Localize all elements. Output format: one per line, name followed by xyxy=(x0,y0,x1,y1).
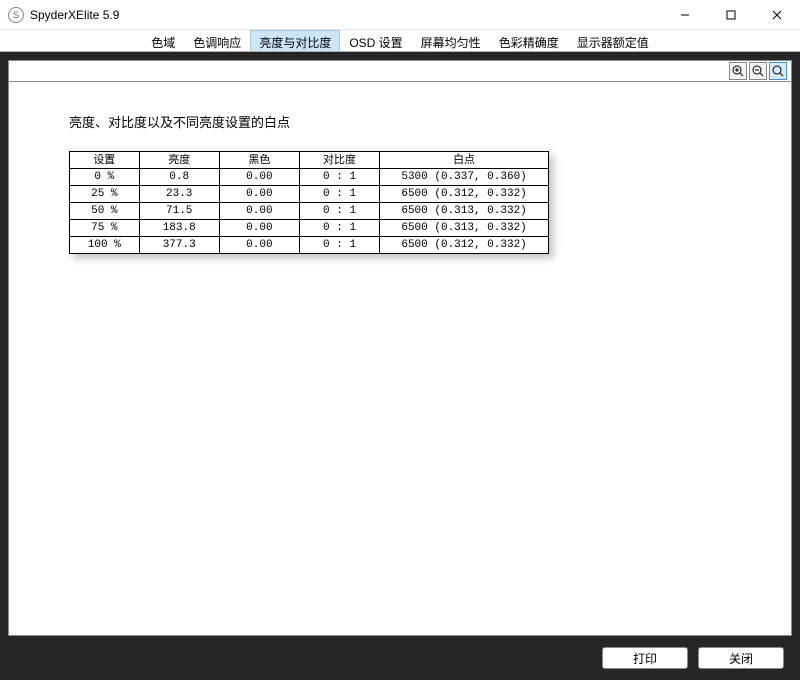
table-cell: 6500 (0.313, 0.332) xyxy=(380,203,549,220)
table-cell: 0.00 xyxy=(219,186,299,203)
table-header: 白点 xyxy=(380,152,549,169)
zoom-fit-icon[interactable] xyxy=(769,62,787,80)
tab-3[interactable]: OSD 设置 xyxy=(340,30,411,51)
table-header: 对比度 xyxy=(299,152,379,169)
table-cell: 377.3 xyxy=(139,237,219,254)
table-cell: 0 : 1 xyxy=(299,203,379,220)
window-controls xyxy=(662,0,800,29)
table-cell: 183.8 xyxy=(139,220,219,237)
close-window-button[interactable] xyxy=(754,0,800,29)
table-header: 黑色 xyxy=(219,152,299,169)
page-heading: 亮度、对比度以及不同亮度设置的白点 xyxy=(69,112,771,131)
table-cell: 0 : 1 xyxy=(299,186,379,203)
table-cell: 0.00 xyxy=(219,220,299,237)
tab-5[interactable]: 色彩精确度 xyxy=(490,30,568,51)
table-cell: 0.00 xyxy=(219,237,299,254)
window-title: SpyderXElite 5.9 xyxy=(30,8,119,22)
table-cell: 0.8 xyxy=(139,169,219,186)
table-row: 75 %183.80.000 : 16500 (0.313, 0.332) xyxy=(70,220,549,237)
table-cell: 6500 (0.313, 0.332) xyxy=(380,220,549,237)
print-button[interactable]: 打印 xyxy=(602,647,688,669)
table-cell: 0 % xyxy=(70,169,140,186)
viewer-toolbar xyxy=(8,60,792,82)
viewer-area: 亮度、对比度以及不同亮度设置的白点 设置亮度黑色对比度白点 0 %0.80.00… xyxy=(8,60,792,636)
table-header: 亮度 xyxy=(139,152,219,169)
close-button[interactable]: 关闭 xyxy=(698,647,784,669)
minimize-button[interactable] xyxy=(662,0,708,29)
table-cell: 50 % xyxy=(70,203,140,220)
table-cell: 5300 (0.337, 0.360) xyxy=(380,169,549,186)
results-table: 设置亮度黑色对比度白点 0 %0.80.000 : 15300 (0.337, … xyxy=(69,151,549,254)
table-cell: 0 : 1 xyxy=(299,169,379,186)
table-row: 25 %23.30.000 : 16500 (0.312, 0.332) xyxy=(70,186,549,203)
table-cell: 71.5 xyxy=(139,203,219,220)
table-cell: 6500 (0.312, 0.332) xyxy=(380,186,549,203)
page-content[interactable]: 亮度、对比度以及不同亮度设置的白点 设置亮度黑色对比度白点 0 %0.80.00… xyxy=(8,82,792,636)
table-cell: 25 % xyxy=(70,186,140,203)
table-cell: 6500 (0.312, 0.332) xyxy=(380,237,549,254)
table-cell: 100 % xyxy=(70,237,140,254)
table-cell: 0 : 1 xyxy=(299,237,379,254)
maximize-button[interactable] xyxy=(708,0,754,29)
app-icon: S xyxy=(8,7,24,23)
tabbar: 色域色调响应亮度与对比度OSD 设置屏幕均匀性色彩精确度显示器额定值 xyxy=(0,30,800,52)
titlebar: S SpyderXElite 5.9 xyxy=(0,0,800,30)
tab-2[interactable]: 亮度与对比度 xyxy=(250,30,340,51)
tab-4[interactable]: 屏幕均匀性 xyxy=(412,30,490,51)
table-row: 100 %377.30.000 : 16500 (0.312, 0.332) xyxy=(70,237,549,254)
table-header: 设置 xyxy=(70,152,140,169)
table-cell: 75 % xyxy=(70,220,140,237)
zoom-in-icon[interactable] xyxy=(729,62,747,80)
table-cell: 0.00 xyxy=(219,203,299,220)
table-cell: 0.00 xyxy=(219,169,299,186)
table-row: 50 %71.50.000 : 16500 (0.313, 0.332) xyxy=(70,203,549,220)
table-cell: 0 : 1 xyxy=(299,220,379,237)
table-cell: 23.3 xyxy=(139,186,219,203)
table-row: 0 %0.80.000 : 15300 (0.337, 0.360) xyxy=(70,169,549,186)
button-row: 打印 关闭 xyxy=(8,636,792,672)
zoom-out-icon[interactable] xyxy=(749,62,767,80)
tab-6[interactable]: 显示器额定值 xyxy=(568,30,658,51)
main-frame: 亮度、对比度以及不同亮度设置的白点 设置亮度黑色对比度白点 0 %0.80.00… xyxy=(0,52,800,680)
tab-1[interactable]: 色调响应 xyxy=(184,30,250,51)
tab-0[interactable]: 色域 xyxy=(142,30,184,51)
